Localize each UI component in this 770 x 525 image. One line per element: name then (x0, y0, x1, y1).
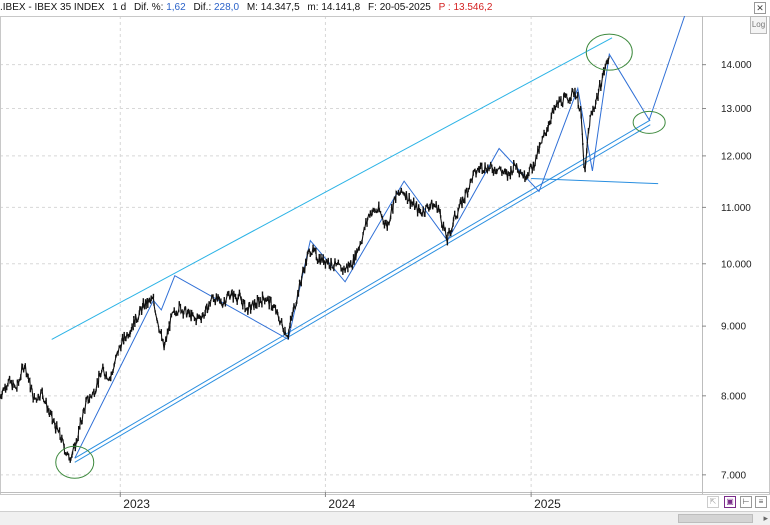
dif-pct-value: 1,62 (166, 2, 186, 13)
y-tick-label: 10.000 (721, 259, 752, 270)
min-value: 14.141,8 (321, 2, 361, 13)
interval-label: 1 d (112, 2, 127, 13)
chart-header: .IBEX - IBEX 35 INDEX 1 d Dif. %: 1,62 D… (0, 0, 770, 16)
dif-pct-label: Dif. %: (133, 2, 164, 13)
price-chart[interactable]: 7.000 8.000 9.000 10.000 11.000 12.000 13.000 1… (0, 0, 770, 525)
date-label: F: (368, 2, 377, 13)
x-tick-label: 2023 (123, 497, 150, 511)
max-value: 14.347,5 (260, 2, 300, 13)
symbol-label: .IBEX - IBEX 35 INDEX (0, 2, 105, 13)
x-tick-label: 2024 (328, 497, 355, 511)
zigzag-pattern (74, 15, 686, 459)
highlight-circle (632, 110, 666, 134)
trend-channel (51, 37, 659, 463)
price-series (0, 56, 610, 463)
max-label: M: (246, 2, 258, 13)
dif-value: 228,0 (214, 2, 240, 13)
y-tick-label: 13.000 (721, 104, 752, 115)
scrollbar-thumb[interactable] (678, 514, 753, 523)
chart-frame (0, 16, 770, 495)
channel-line (74, 119, 651, 459)
horizontal-scrollbar[interactable]: ▸ (0, 511, 770, 525)
y-tick-label: 7.000 (721, 470, 746, 481)
y-tick-label: 8.000 (721, 391, 746, 402)
zigzag-line (74, 15, 686, 459)
min-label: m: (307, 2, 319, 13)
dif-label: Dif.: (193, 2, 212, 13)
chart-window: 7.000 8.000 9.000 10.000 11.000 12.000 13.000 1… (0, 0, 770, 525)
scroll-right-icon[interactable]: ▸ (763, 513, 768, 524)
y-tick-label: 14.000 (721, 60, 752, 71)
price-line (0, 56, 610, 461)
prev-label: P : (438, 2, 451, 13)
save-icon[interactable]: ▣ (724, 496, 736, 508)
pointer-icon[interactable]: ⇱ (707, 496, 719, 508)
date-value: 20-05-2025 (379, 2, 431, 13)
prev-value: 13.546,2 (453, 2, 493, 13)
close-button[interactable]: ✕ (754, 2, 766, 14)
menu-icon[interactable]: ≡ (755, 496, 767, 508)
y-tick-label: 11.000 (721, 203, 751, 214)
y-tick-label: 9.000 (721, 322, 746, 333)
log-scale-toggle[interactable]: Log (750, 16, 767, 34)
x-tick-label: 2025 (534, 497, 561, 511)
channel-line (74, 124, 651, 463)
y-tick-label: 12.000 (721, 151, 752, 162)
grid (0, 16, 702, 492)
channel-line (51, 37, 613, 340)
expand-icon[interactable]: ⊢ (740, 496, 752, 508)
